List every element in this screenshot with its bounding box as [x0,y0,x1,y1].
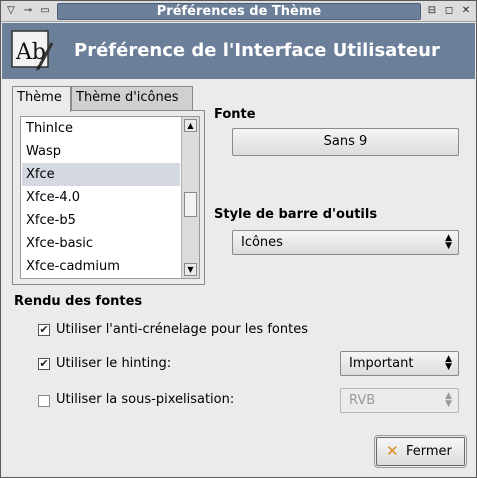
hinting-checkbox[interactable]: ✔ [38,358,50,370]
list-item[interactable]: Xfce-basic [22,232,180,255]
tab-icon-theme[interactable]: Thème d'icônes [71,86,193,110]
close-x-icon: ✕ [386,442,399,460]
toolbar-style-label: Style de barre d'outils [214,207,378,222]
list-item[interactable]: Xfce-4.0 [22,186,180,209]
header-banner: Ab Préférence de l'Interface Utilisateur [2,23,475,79]
scroll-up-icon[interactable]: ▲ [184,119,197,132]
updown-arrows-icon: ▲ ▼ [445,233,452,251]
list-item-selected[interactable]: Xfce [22,163,180,186]
close-button-label: Fermer [406,444,452,459]
hinting-label[interactable]: Utiliser le hinting: [56,356,171,371]
list-scrollbar[interactable]: ▲ ▼ [181,117,199,278]
hinting-value: Important [349,356,414,371]
list-item[interactable]: ThinIce [22,117,180,140]
minimize-icon[interactable]: ⊟ [424,3,440,19]
pin-icon[interactable]: ⊸ [20,3,36,19]
close-icon[interactable]: ✕ [458,3,474,19]
list-item[interactable]: Xfce-cadmium [22,255,180,278]
list-item[interactable]: Xfce-b5 [22,209,180,232]
font-rendering-label: Rendu des fontes [14,294,143,309]
window-title: Préférences de Thème [156,4,322,19]
scroll-thumb[interactable] [184,192,197,217]
preferences-window: ▽ ⊸ ▭ Préférences de Thème ⊟ ◻ ✕ Ab Préf… [0,0,477,478]
list-item[interactable]: Wasp [22,140,180,163]
theme-list[interactable]: ThinIce Wasp Xfce Xfce-4.0 Xfce-b5 Xfce-… [20,116,200,279]
title-bar[interactable]: ▽ ⊸ ▭ Préférences de Thème ⊟ ◻ ✕ [1,1,476,22]
title-pill: Préférences de Thème [57,3,421,20]
subpixel-checkbox[interactable] [38,395,50,407]
updown-arrows-icon: ▲ ▼ [445,391,452,409]
toolbar-style-combo[interactable]: Icônes ▲ ▼ [232,230,459,255]
menu-arrow-icon[interactable]: ▽ [3,3,19,19]
subpixel-value: RVB [349,393,376,408]
hinting-combo[interactable]: Important ▲ ▼ [340,351,459,376]
close-button[interactable]: ✕ Fermer [374,435,467,468]
subpixel-label[interactable]: Utiliser la sous-pixelisation: [56,392,234,407]
antialias-checkbox[interactable]: ✔ [38,324,50,336]
maximize-icon[interactable]: ◻ [441,3,457,19]
font-label: Fonte [214,107,256,122]
toolbar-style-value: Icônes [241,235,283,250]
font-select-button[interactable]: Sans 9 [232,128,459,156]
tab-theme[interactable]: Thème [12,86,71,112]
updown-arrows-icon: ▲ ▼ [445,354,452,372]
font-preferences-icon: Ab [11,30,54,71]
subpixel-combo: RVB ▲ ▼ [340,388,459,413]
scroll-down-icon[interactable]: ▼ [184,263,197,276]
shade-icon[interactable]: ▭ [37,3,53,19]
header-title: Préférence de l'Interface Utilisateur [74,40,440,61]
antialias-label[interactable]: Utiliser l'anti-crénelage pour les fonte… [56,322,308,337]
